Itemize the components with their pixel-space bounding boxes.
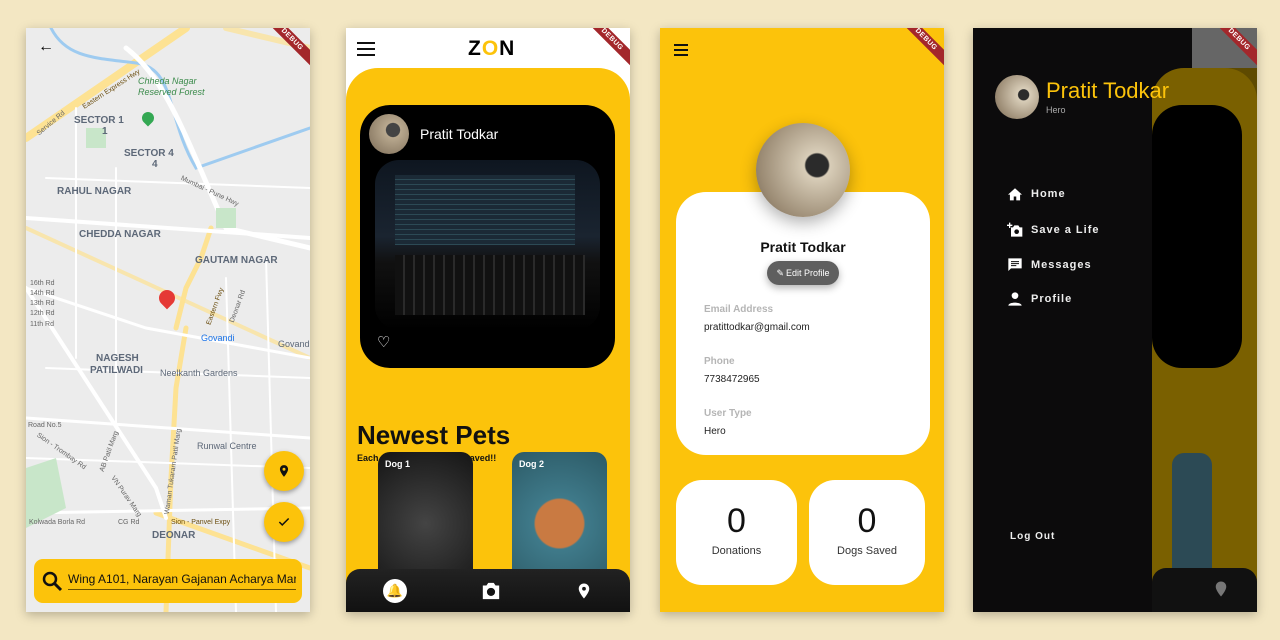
- debug-banner: DEBUG: [579, 28, 630, 72]
- stat-value: 0: [857, 502, 877, 540]
- map-label: 12th Rd: [30, 310, 55, 317]
- profile-avatar[interactable]: [756, 123, 850, 217]
- dogs-saved-stat: 0 Dogs Saved: [809, 480, 925, 585]
- search-icon: [42, 571, 63, 592]
- person-icon: [1008, 292, 1022, 306]
- field-label: Email Address: [704, 304, 774, 315]
- email-value: pratittodkar@gmail.com: [704, 322, 810, 333]
- pet-card[interactable]: Dog 1: [378, 452, 473, 582]
- location-pin-icon: [279, 465, 289, 477]
- map-label: SECTOR 4: [124, 148, 174, 159]
- profile-screen: DEBUG Pratit Todkar ✎ Edit Profile Email …: [660, 28, 944, 612]
- bottom-navigation: 🔔: [346, 569, 630, 612]
- donations-stat: 0 Donations: [676, 480, 797, 585]
- drawer-item-label: Save a Life: [1031, 224, 1100, 236]
- drawer-user-name: Pratit Todkar: [1046, 78, 1170, 103]
- message-icon: [1008, 258, 1022, 271]
- map-label: DEONAR: [152, 530, 196, 541]
- my-location-button[interactable]: [264, 451, 304, 491]
- check-icon: [278, 517, 290, 526]
- map-label: GAUTAM NAGAR: [195, 255, 278, 266]
- map-label: Govandi: [201, 333, 235, 343]
- map-label: NAGESH: [96, 353, 139, 364]
- drawer-item-messages[interactable]: Messages: [1007, 257, 1092, 273]
- back-arrow-icon[interactable]: ←: [38, 38, 54, 56]
- map-label: Govand: [278, 339, 310, 349]
- map-label: Chheda Nagar Reserved Forest: [138, 76, 205, 97]
- map-label: RAHUL NAGAR: [57, 186, 132, 197]
- post-author: Pratit Todkar: [420, 126, 499, 142]
- menu-icon[interactable]: [674, 44, 688, 56]
- edit-profile-button[interactable]: ✎ Edit Profile: [767, 261, 839, 285]
- drawer-item-home[interactable]: Home: [1007, 187, 1066, 201]
- home-screen: DEBUG ZON Pratit Todkar ♡ Newest Pets Ea…: [346, 28, 630, 612]
- map-label: 13th Rd: [30, 300, 55, 307]
- map-label: 16th Rd: [30, 280, 55, 287]
- field-label: User Type: [704, 408, 752, 419]
- profile-card: Pratit Todkar ✎ Edit Profile Email Addres…: [676, 192, 930, 455]
- field-label: Phone: [704, 356, 735, 367]
- pet-card[interactable]: Dog 2: [512, 452, 607, 582]
- pet-name: Dog 1: [385, 459, 411, 469]
- stat-value: 0: [727, 502, 746, 540]
- edit-profile-label: Edit Profile: [786, 268, 830, 278]
- debug-banner: DEBUG: [893, 28, 944, 72]
- stat-label: Donations: [711, 545, 762, 557]
- drawer-item-label: Messages: [1031, 259, 1092, 271]
- user-type-value: Hero: [704, 426, 726, 437]
- confirm-location-button[interactable]: [264, 502, 304, 542]
- drawer-avatar: [995, 75, 1039, 119]
- map-label: Kolwada Borla Rd: [29, 519, 86, 526]
- map-label: CG Rd: [118, 519, 140, 526]
- home-icon: [1008, 188, 1022, 201]
- pencil-icon: ✎: [776, 267, 784, 278]
- section-title: Newest Pets: [357, 420, 511, 450]
- add-camera-icon: [1007, 222, 1023, 237]
- map-label: 4: [152, 159, 158, 170]
- map-label: Neelkanth Gardens: [160, 368, 238, 378]
- drawer-screen: DEBUG Pratit Todkar Hero Home Save a Lif…: [973, 28, 1257, 612]
- location-pin-icon[interactable]: [575, 580, 593, 602]
- map-screen: DEBUG ← Eastern Express Hwy Chheda Nagar…: [26, 28, 310, 612]
- app-logo: ZON: [468, 37, 516, 60]
- drawer-user-role: Hero: [1046, 105, 1066, 115]
- like-heart-icon[interactable]: ♡: [377, 333, 390, 351]
- menu-icon[interactable]: [357, 42, 375, 56]
- post-card[interactable]: Pratit Todkar ♡: [360, 105, 615, 368]
- drawer-item-label: Profile: [1031, 293, 1073, 305]
- phone-value: 7738472965: [704, 374, 760, 385]
- drawer-item-label: Home: [1031, 188, 1066, 200]
- map-label: CHEDDA NAGAR: [79, 229, 161, 240]
- map-label: Sion - Panvel Expy: [171, 519, 231, 526]
- map-label: 11th Rd: [30, 321, 54, 328]
- profile-name: Pratit Todkar: [760, 239, 846, 255]
- logout-button[interactable]: Log Out: [1010, 531, 1055, 542]
- bell-icon[interactable]: 🔔: [382, 578, 407, 603]
- map-label: SECTOR 1: [74, 115, 124, 126]
- drawer-item-save-a-life[interactable]: Save a Life: [1007, 222, 1099, 238]
- location-pin-icon: [1215, 581, 1227, 597]
- map-label: Runwal Centre: [197, 441, 257, 451]
- map-label: 1: [102, 126, 108, 137]
- search-input[interactable]: Wing A101, Narayan Gajanan Acharya Marg,…: [68, 572, 296, 590]
- avatar: [369, 114, 409, 154]
- scrim-background[interactable]: [1152, 28, 1257, 612]
- post-image: [375, 160, 600, 330]
- camera-icon[interactable]: [480, 581, 502, 601]
- drawer-item-profile[interactable]: Profile: [1007, 291, 1072, 307]
- location-search-bar[interactable]: Wing A101, Narayan Gajanan Acharya Marg,…: [34, 559, 302, 603]
- map-label: PATILWADI: [90, 365, 143, 376]
- stat-label: Dogs Saved: [837, 545, 897, 557]
- map-label: 14th Rd: [30, 290, 55, 297]
- map-label: Road No.5: [28, 422, 62, 429]
- pet-name: Dog 2: [519, 459, 545, 469]
